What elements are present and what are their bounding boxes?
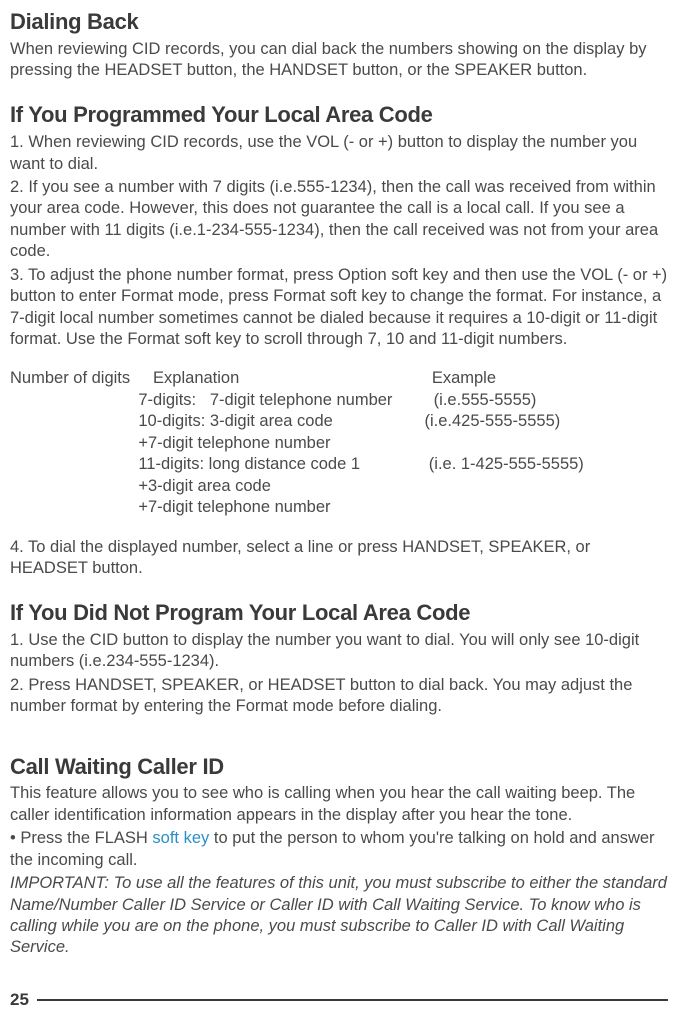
- table-row-11digits-a: 11-digits: long distance code 1 (i.e. 1-…: [10, 455, 584, 473]
- page-footer: 25: [10, 989, 668, 1011]
- bullet-flash: • Press the FLASH soft key to put the pe…: [10, 828, 668, 871]
- heading-programmed: If You Programmed Your Local Area Code: [10, 101, 668, 130]
- body-call-waiting-1: This feature allows you to see who is ca…: [10, 783, 668, 826]
- step-4: 4. To dial the displayed number, select …: [10, 537, 668, 580]
- heading-not-programmed: If You Did Not Program Your Local Area C…: [10, 599, 668, 628]
- important-note: IMPORTANT: To use all the features of th…: [10, 873, 668, 959]
- step-1: 1. When reviewing CID records, use the V…: [10, 132, 668, 175]
- table-row-10digits-b: +7-digit telephone number: [10, 434, 331, 452]
- section-call-waiting: Call Waiting Caller ID This feature allo…: [10, 753, 668, 959]
- section-dialing-back: Dialing Back When reviewing CID records,…: [10, 8, 668, 81]
- step-2: 2. If you see a number with 7 digits (i.…: [10, 177, 668, 263]
- soft-key-link: soft key: [152, 829, 209, 847]
- heading-dialing-back: Dialing Back: [10, 8, 668, 37]
- table-row-11digits-c: +7-digit telephone number: [10, 498, 331, 516]
- section-not-programmed: If You Did Not Program Your Local Area C…: [10, 599, 668, 717]
- table-header-row: Number of digits Explanation Example: [10, 369, 496, 387]
- step-2-np: 2. Press HANDSET, SPEAKER, or HEADSET bu…: [10, 675, 668, 718]
- table-row-11digits-b: +3-digit area code: [10, 477, 271, 495]
- heading-call-waiting: Call Waiting Caller ID: [10, 753, 668, 782]
- table-row-10digits-a: 10-digits: 3-digit area code (i.e.425-55…: [10, 412, 560, 430]
- step-3: 3. To adjust the phone number format, pr…: [10, 265, 668, 351]
- digits-table: Number of digits Explanation Example 7-d…: [10, 368, 668, 518]
- page-divider: [37, 999, 668, 1001]
- table-row-7digits: 7-digits: 7-digit telephone number (i.e.…: [10, 391, 536, 409]
- section-programmed-area-code: If You Programmed Your Local Area Code 1…: [10, 101, 668, 579]
- page-number: 25: [10, 989, 29, 1011]
- step-1-np: 1. Use the CID button to display the num…: [10, 630, 668, 673]
- body-dialing-back: When reviewing CID records, you can dial…: [10, 39, 668, 82]
- bullet-pre: • Press the FLASH: [10, 829, 152, 847]
